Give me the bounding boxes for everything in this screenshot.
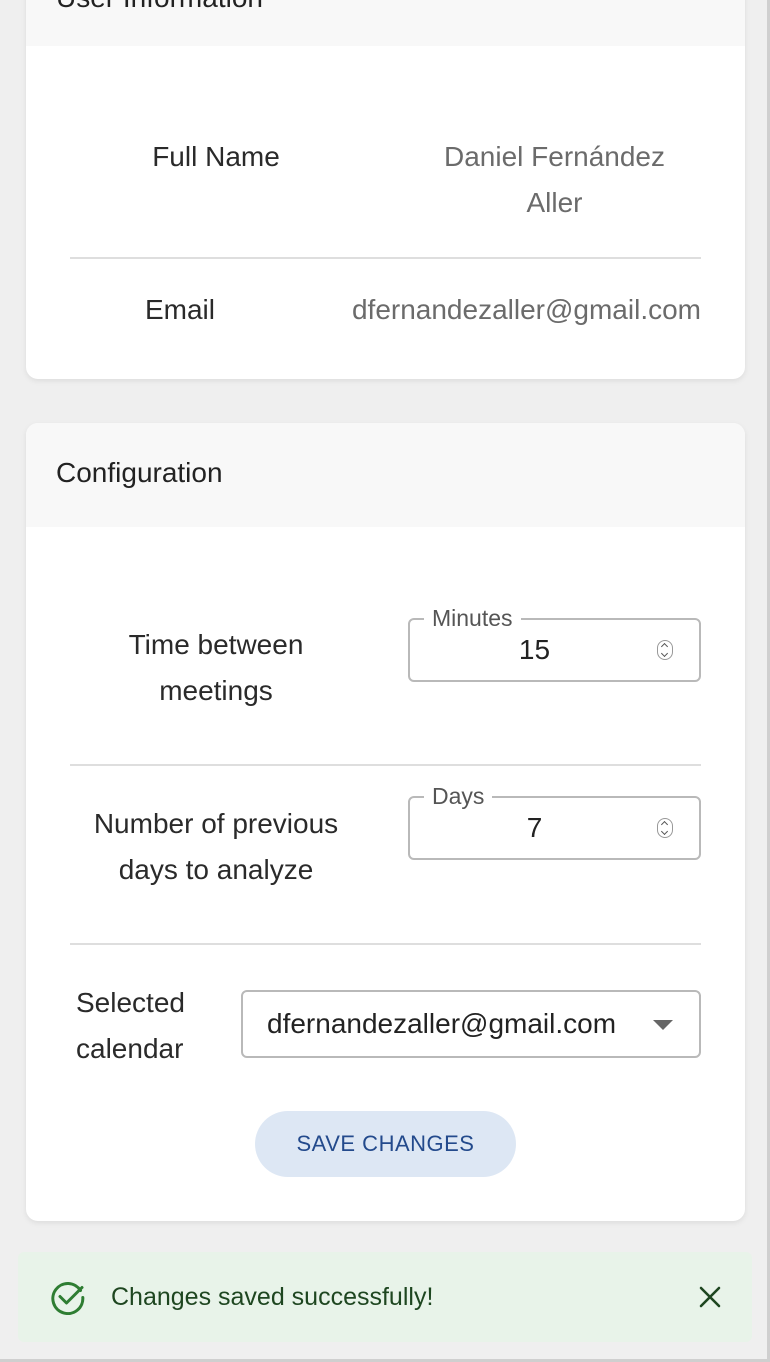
configuration-card: Configuration Time between meetings Minu… <box>26 423 745 1221</box>
configuration-title: Configuration <box>56 457 223 488</box>
calendar-label-line2: calendar <box>76 1033 184 1064</box>
config-divider-2 <box>70 943 701 945</box>
save-changes-button[interactable]: SAVE CHANGES <box>255 1111 516 1177</box>
minutes-value: 15 <box>518 634 551 665</box>
calendar-select[interactable]: dfernandezaller@gmail.com <box>241 990 701 1058</box>
days-input[interactable]: Days 7 <box>408 781 701 860</box>
time-between-label-line2: meetings <box>159 675 273 706</box>
close-icon[interactable] <box>698 1285 722 1309</box>
email-label: Email <box>144 294 215 325</box>
calendar-label-line1: Selected <box>76 987 185 1018</box>
days-spinner-icon[interactable] <box>657 818 673 838</box>
user-info-card: User Information Full Name Daniel Fernán… <box>26 0 745 379</box>
previous-days-label-line2: days to analyze <box>118 854 314 885</box>
full-name-label: Full Name <box>152 141 280 172</box>
time-between-label-line1: Time between <box>128 629 304 660</box>
success-toast: Changes saved successfully! <box>18 1252 752 1342</box>
previous-days-label: Number of previous days to analyze <box>70 801 362 893</box>
full-name-value: Daniel Fernández Aller <box>408 134 701 226</box>
previous-days-label-line1: Number of previous <box>93 808 339 839</box>
minutes-input[interactable]: Minutes 15 <box>408 603 701 682</box>
user-info-header: User Information <box>26 0 745 46</box>
full-name-value-line1: Daniel Fernández <box>443 141 666 172</box>
minutes-spinner-icon[interactable] <box>657 640 673 660</box>
full-name-value-line2: Aller <box>526 187 583 218</box>
configuration-header: Configuration <box>26 423 745 527</box>
days-value: 7 <box>526 812 543 843</box>
user-info-title: User Information <box>56 0 263 14</box>
time-between-label: Time between meetings <box>70 622 362 714</box>
config-divider-1 <box>70 764 701 766</box>
calendar-select-value: dfernandezaller@gmail.com <box>267 1008 617 1039</box>
calendar-label: Selected calendar <box>70 980 196 1072</box>
check-circle-icon <box>51 1282 85 1315</box>
user-info-divider <box>70 257 701 259</box>
chevron-down-icon[interactable] <box>653 1020 673 1030</box>
email-value: dfernandezaller@gmail.com <box>351 294 701 325</box>
toast-message: Changes saved successfully! <box>111 1283 434 1311</box>
